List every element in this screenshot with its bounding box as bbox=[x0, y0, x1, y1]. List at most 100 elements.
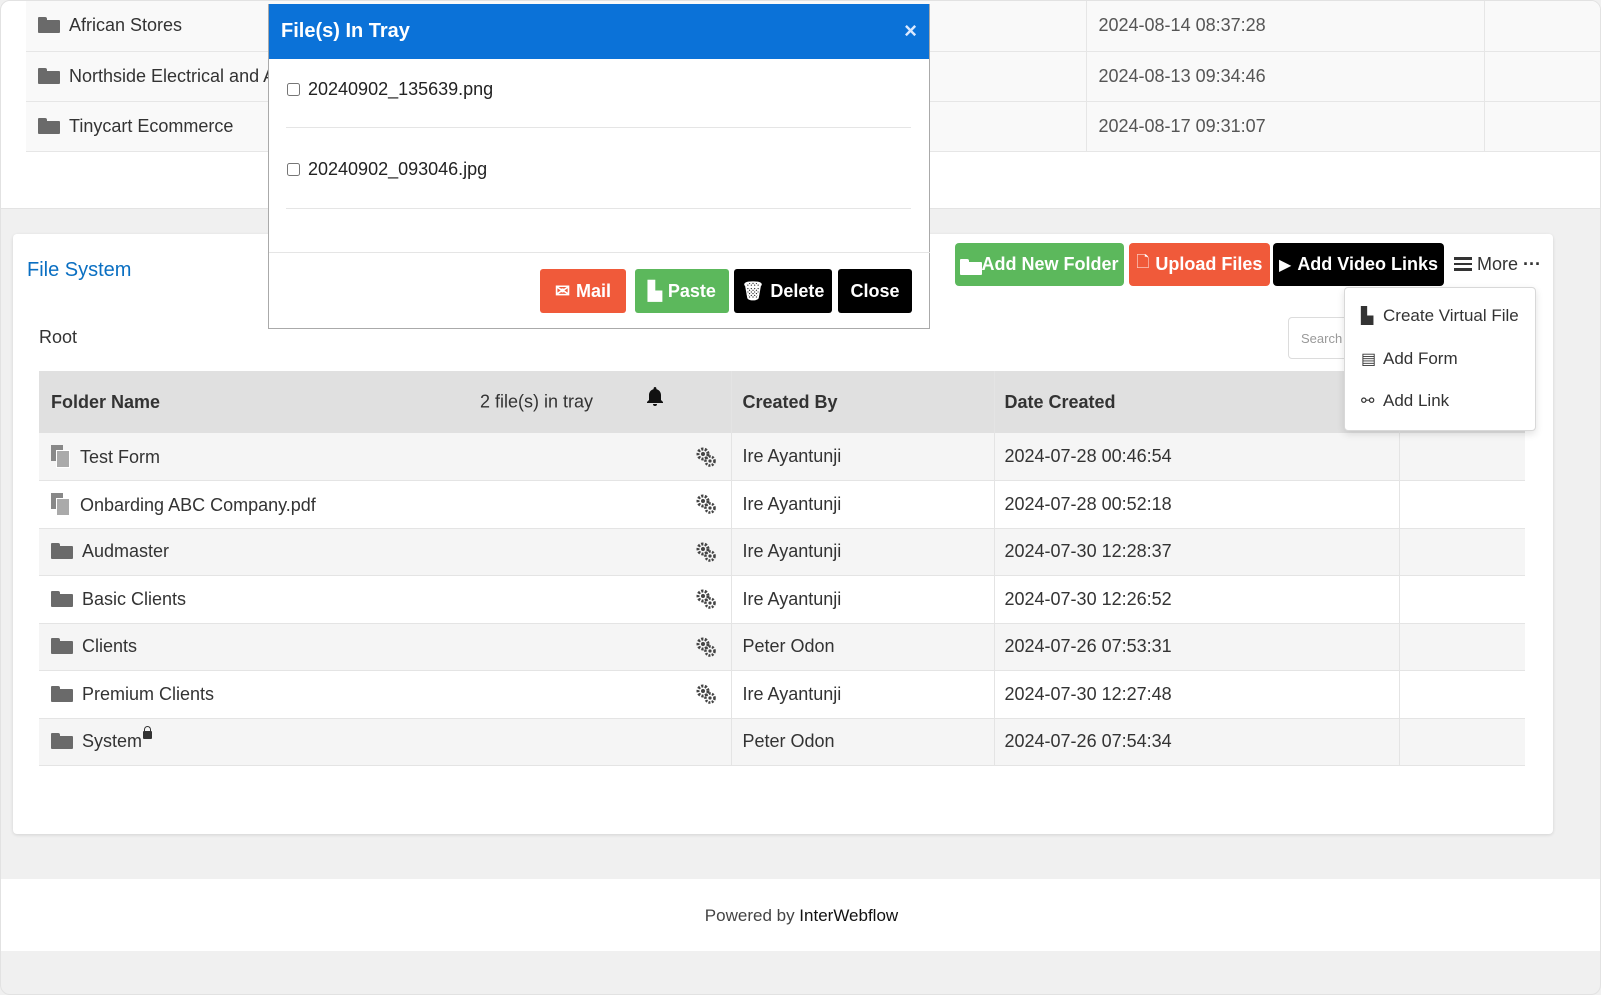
footer: Powered by InterWebflow bbox=[1, 879, 1600, 951]
row-name[interactable]: Test Form bbox=[80, 447, 160, 467]
gear-icon[interactable] bbox=[694, 492, 718, 516]
table-header-row: Folder Name 2 file(s) in tray Created By… bbox=[39, 371, 1525, 433]
folder-icon bbox=[38, 117, 60, 134]
tray-file-checkbox[interactable] bbox=[287, 83, 300, 96]
row-name[interactable]: Audmaster bbox=[82, 541, 169, 561]
top-row-name[interactable]: Tinycart Ecommerce bbox=[69, 116, 233, 136]
form-icon: ▤ bbox=[1361, 351, 1377, 368]
header-folder-name-label: Folder Name bbox=[51, 391, 161, 412]
header-date-created[interactable]: Date Created bbox=[993, 371, 1399, 433]
divider bbox=[286, 127, 911, 128]
row-date: 2024-07-30 12:28:37 bbox=[993, 528, 1399, 576]
close-button[interactable]: Close bbox=[838, 269, 912, 313]
more-menu-toggle[interactable]: More ··· bbox=[1454, 254, 1541, 274]
menu-item-label: Add Link bbox=[1383, 391, 1450, 410]
tray-file-name: 20240902_135639.png bbox=[308, 79, 494, 99]
file-icon: ▙ bbox=[648, 280, 662, 301]
upload-files-button[interactable]: 🗋 Upload Files bbox=[1129, 243, 1270, 286]
close-icon[interactable]: × bbox=[904, 18, 917, 44]
close-label: Close bbox=[850, 280, 900, 301]
file-icon bbox=[51, 492, 70, 516]
divider bbox=[286, 208, 911, 209]
table-row[interactable]: Audmaster Ire Ayantunji 2024-07-30 12:28… bbox=[39, 528, 1525, 576]
file-icon: ▙ bbox=[1361, 308, 1374, 325]
top-row-date: 2024-08-17 09:31:07 bbox=[1085, 101, 1484, 151]
header-created-by[interactable]: Created By bbox=[730, 371, 994, 433]
table-row[interactable]: Basic Clients Ire Ayantunji 2024-07-30 1… bbox=[39, 575, 1525, 623]
menu-item-add-form[interactable]: ▤ Add Form bbox=[1361, 349, 1458, 369]
table-row[interactable]: System Peter Odon 2024-07-26 07:54:34 bbox=[39, 718, 1525, 766]
tray-file-name: 20240902_093046.jpg bbox=[308, 159, 488, 179]
paste-label: Paste bbox=[667, 280, 716, 301]
footer-prefix: Powered by bbox=[704, 906, 800, 925]
divider bbox=[269, 252, 930, 253]
folder-icon bbox=[51, 685, 73, 702]
trash-icon: 🗑 bbox=[741, 280, 765, 301]
menu-item-label: Create Virtual File bbox=[1383, 306, 1519, 325]
row-created-by: Ire Ayantunji bbox=[730, 528, 994, 576]
upload-icon: 🗋 bbox=[1136, 254, 1150, 271]
tray-file-item[interactable]: 20240902_093046.jpg bbox=[287, 159, 487, 180]
modal-header: File(s) In Tray × bbox=[269, 4, 929, 59]
folder-table: Folder Name 2 file(s) in tray Created By… bbox=[39, 371, 1525, 766]
table-row[interactable]: Test Form Ire Ayantunji 2024-07-28 00:46… bbox=[39, 433, 1525, 481]
table-row[interactable]: Premium Clients Ire Ayantunji 2024-07-30… bbox=[39, 670, 1525, 718]
folder-icon bbox=[51, 590, 73, 607]
paste-button[interactable]: ▙ Paste bbox=[635, 269, 729, 313]
ellipsis-icon: ··· bbox=[1523, 253, 1541, 274]
breadcrumb-root[interactable]: Root bbox=[39, 327, 77, 348]
gear-icon[interactable] bbox=[694, 445, 718, 469]
folder-icon bbox=[51, 543, 73, 560]
more-dropdown-menu: ▙ Create Virtual File ▤ Add Form ⚯ Add L… bbox=[1344, 287, 1536, 431]
row-name[interactable]: Basic Clients bbox=[82, 589, 186, 609]
menu-item-add-link[interactable]: ⚯ Add Link bbox=[1361, 391, 1449, 411]
folder-icon bbox=[38, 67, 60, 84]
lock-icon bbox=[143, 726, 153, 740]
row-date: 2024-07-30 12:27:48 bbox=[993, 670, 1399, 718]
app-frame: African Stores 2024-08-14 08:37:28 North… bbox=[0, 0, 1601, 995]
add-new-folder-label: Add New Folder bbox=[981, 254, 1119, 274]
delete-label: Delete bbox=[770, 280, 825, 301]
top-row-name[interactable]: African Stores bbox=[69, 15, 182, 35]
bell-icon[interactable] bbox=[643, 385, 667, 409]
row-name[interactable]: Onbarding ABC Company.pdf bbox=[80, 495, 316, 515]
gear-icon[interactable] bbox=[694, 682, 718, 706]
gear-icon[interactable] bbox=[694, 635, 718, 659]
mail-label: Mail bbox=[576, 280, 612, 301]
row-created-by: Peter Odon bbox=[730, 718, 994, 766]
folder-icon bbox=[960, 258, 983, 275]
menu-item-label: Add Form bbox=[1383, 349, 1458, 368]
tray-file-checkbox[interactable] bbox=[287, 163, 300, 176]
add-video-links-button[interactable]: ▶ Add Video Links bbox=[1273, 243, 1444, 286]
link-icon: ⚯ bbox=[1361, 393, 1375, 410]
gear-icon[interactable] bbox=[694, 540, 718, 564]
more-label: More bbox=[1477, 253, 1519, 274]
footer-brand-link[interactable]: InterWebflow bbox=[799, 906, 898, 925]
table-row[interactable]: Clients Peter Odon 2024-07-26 07:53:31 bbox=[39, 623, 1525, 671]
gear-icon[interactable] bbox=[694, 587, 718, 611]
form-icon bbox=[51, 445, 70, 468]
row-date: 2024-07-30 12:26:52 bbox=[993, 575, 1399, 623]
row-created-by: Ire Ayantunji bbox=[730, 480, 994, 528]
menu-item-create-virtual-file[interactable]: ▙ Create Virtual File bbox=[1361, 306, 1519, 326]
folder-icon bbox=[51, 638, 73, 655]
modal-title: File(s) In Tray bbox=[281, 20, 410, 42]
top-row-name[interactable]: Northside Electrical and A bbox=[69, 66, 275, 86]
add-new-folder-button[interactable]: Add New Folder bbox=[955, 243, 1124, 286]
row-date: 2024-07-26 07:54:34 bbox=[993, 718, 1399, 766]
row-created-by: Peter Odon bbox=[730, 623, 994, 671]
row-name[interactable]: System bbox=[82, 731, 142, 751]
table-row[interactable]: Onbarding ABC Company.pdf Ire Ayantunji … bbox=[39, 480, 1525, 528]
folder-icon bbox=[51, 733, 73, 750]
top-row-date: 2024-08-13 09:34:46 bbox=[1085, 51, 1484, 101]
row-name[interactable]: Clients bbox=[82, 636, 137, 656]
row-name[interactable]: Premium Clients bbox=[82, 684, 214, 704]
play-icon: ▶ bbox=[1279, 256, 1292, 274]
top-row-date: 2024-08-14 08:37:28 bbox=[1085, 1, 1484, 51]
tray-count[interactable]: 2 file(s) in tray bbox=[480, 392, 593, 413]
tray-file-item[interactable]: 20240902_135639.png bbox=[287, 79, 493, 100]
delete-button[interactable]: 🗑 Delete bbox=[734, 269, 832, 313]
mail-button[interactable]: ✉ Mail bbox=[540, 269, 626, 313]
row-created-by: Ire Ayantunji bbox=[730, 575, 994, 623]
header-folder-name[interactable]: Folder Name 2 file(s) in tray bbox=[39, 371, 731, 433]
